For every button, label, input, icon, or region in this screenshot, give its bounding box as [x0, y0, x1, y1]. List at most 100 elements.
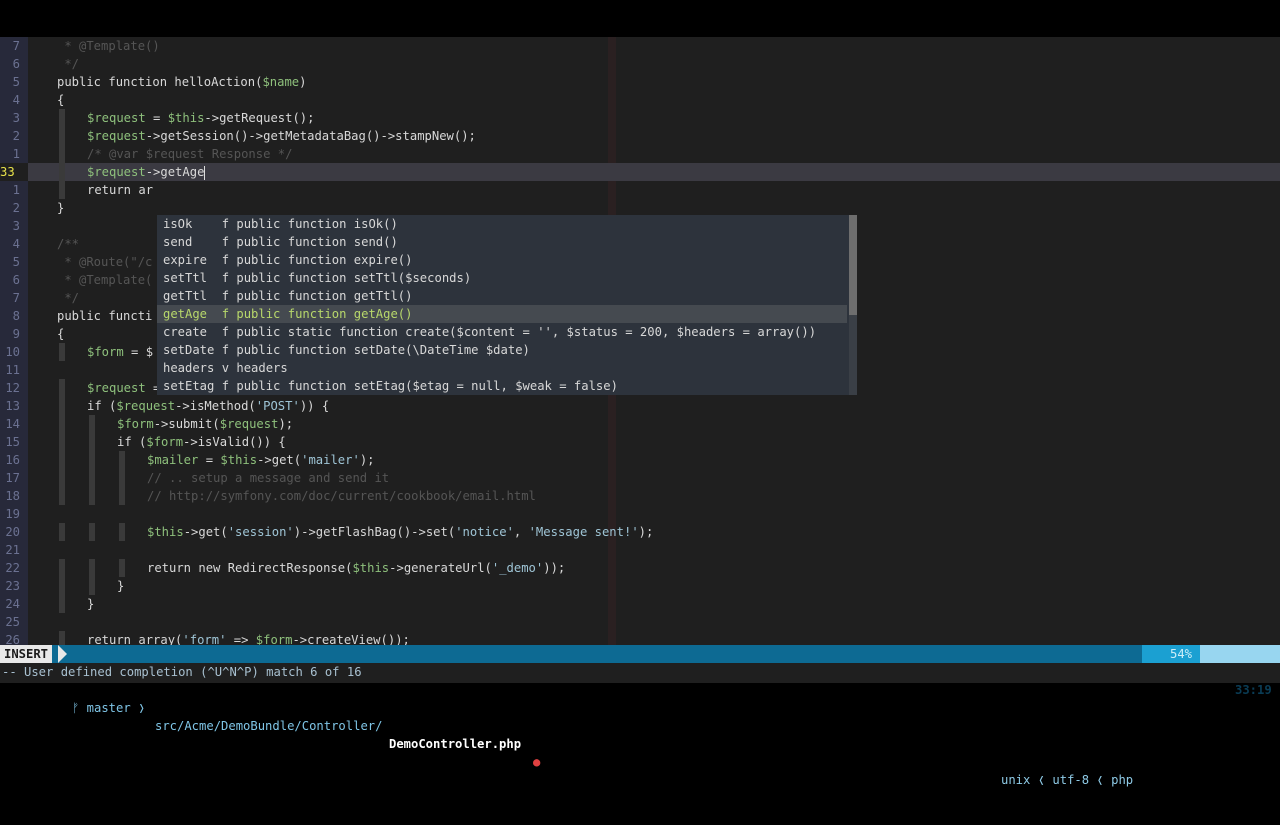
code-text: public function helloAction($name) — [57, 75, 307, 89]
completion-item[interactable]: isOk f public function isOk() — [157, 215, 847, 233]
code-text: $request->getSession()->getMetadataBag()… — [87, 129, 476, 143]
line-number: 16 — [0, 451, 28, 469]
code-line[interactable]: 19 — [0, 505, 1280, 523]
statusline: INSERT ᚠ master ❭ src/Acme/DemoBundle/Co… — [0, 645, 1280, 787]
line-number: 12 — [0, 379, 28, 397]
popup-scrollbar-thumb[interactable] — [849, 215, 857, 315]
current-line[interactable]: 33 $request->getAge — [0, 163, 1280, 181]
code-text: // http://symfony.com/doc/current/cookbo… — [147, 489, 536, 503]
code-line[interactable]: 22 return new RedirectResponse($this->gen… — [0, 559, 1280, 577]
code-line[interactable]: 16 $mailer = $this->get('mailer'); — [0, 451, 1280, 469]
code-line[interactable]: 24} — [0, 595, 1280, 613]
line-number: 1 — [0, 145, 28, 163]
indent-guide — [59, 397, 65, 415]
line-number: 22 — [0, 559, 28, 577]
code-line[interactable]: 1 /* @var $request Response */ — [0, 145, 1280, 163]
line-number: 24 — [0, 595, 28, 613]
completion-popup[interactable]: isOk f public function isOk() send f publ… — [157, 215, 857, 395]
line-number: 19 — [0, 505, 28, 523]
indent-guide — [89, 487, 95, 505]
code-line[interactable]: 14 $form->submit($request); — [0, 415, 1280, 433]
line-number: 7 — [0, 289, 28, 307]
indent-guide — [89, 523, 95, 541]
completion-item[interactable]: setDate f public function setDate(\DateT… — [157, 341, 847, 359]
line-number: 5 — [0, 73, 28, 91]
code-text: return new RedirectResponse($this->gener… — [147, 561, 566, 575]
indent-guide — [119, 559, 125, 577]
code-line[interactable]: 3 $request = $this->getRequest(); — [0, 109, 1280, 127]
line-number: 4 — [0, 91, 28, 109]
code-line[interactable]: 1 return ar — [0, 181, 1280, 199]
line-number: 2 — [0, 127, 28, 145]
code-line[interactable]: 18 // http://symfony.com/doc/current/cook… — [0, 487, 1280, 505]
modified-icon: ● — [533, 755, 541, 769]
code-text: /* @var $request Response */ — [87, 147, 293, 161]
separator-icon: ❬ — [1037, 773, 1046, 787]
indent-guide — [59, 451, 65, 469]
command-line[interactable]: -- User defined completion (^U^N^P) matc… — [0, 663, 1280, 683]
line-number: 10 — [0, 343, 28, 361]
completion-item[interactable]: send f public function send() — [157, 233, 847, 251]
code-text: /** — [57, 237, 80, 251]
code-line[interactable]: 17 // .. setup a message and send it — [0, 469, 1280, 487]
indent-guide — [59, 109, 65, 127]
indent-guide — [59, 181, 65, 199]
code-line[interactable]: 13 if ($request->isMethod('POST')) { — [0, 397, 1280, 415]
completion-item-selected[interactable]: getAge f public function getAge() — [157, 305, 847, 323]
code-line[interactable]: 23} — [0, 577, 1280, 595]
git-branch: ᚠ master ❭ — [72, 701, 146, 715]
code-text: } — [57, 201, 65, 215]
indent-guide — [119, 451, 125, 469]
indent-guide — [59, 487, 65, 505]
code-line[interactable]: 6 */ — [0, 55, 1280, 73]
line-number: 18 — [0, 487, 28, 505]
indent-guide — [59, 523, 65, 541]
line-number: 15 — [0, 433, 28, 451]
line-number: 3 — [0, 217, 28, 235]
code-text: * @Route("/c — [57, 255, 153, 269]
indent-guide — [59, 379, 65, 397]
completion-item[interactable]: expire f public function expire() — [157, 251, 847, 269]
completion-item[interactable]: headers v headers — [157, 359, 847, 377]
cursor-position: LN 33:19 — [1200, 645, 1280, 697]
line-number: 11 — [0, 361, 28, 379]
code-text: $request->getAge — [87, 165, 206, 180]
line-number: 8 — [0, 307, 28, 325]
indent-guide — [59, 595, 65, 613]
code-line[interactable]: 21 — [0, 541, 1280, 559]
indent-guide — [89, 577, 95, 595]
mode-separator — [58, 645, 67, 663]
line-number: 7 — [0, 37, 28, 55]
code-text: $form = $ — [87, 345, 154, 359]
git-branch-icon: ᚠ — [72, 701, 80, 715]
line-number: 21 — [0, 541, 28, 559]
code-text: */ — [57, 57, 80, 71]
line-number: 5 — [0, 253, 28, 271]
code-line[interactable]: 2 $request->getSession()->getMetadataBag(… — [0, 127, 1280, 145]
branch-name: master — [86, 701, 131, 715]
code-line[interactable]: 5 public function helloAction($name) — [0, 73, 1280, 91]
completion-item[interactable]: getTtl f public function getTtl() — [157, 287, 847, 305]
code-line[interactable]: 15 if ($form->isValid()) { — [0, 433, 1280, 451]
line-number: 2 — [0, 199, 28, 217]
code-line[interactable]: 7 * @Template() — [0, 37, 1280, 55]
code-line[interactable]: 20 $this->get('session')->getFlashBag()->… — [0, 523, 1280, 541]
position-value: 33:19 — [1235, 683, 1272, 697]
completion-item[interactable]: setTtl f public function setTtl($seconds… — [157, 269, 847, 287]
code-line[interactable]: 25 — [0, 613, 1280, 631]
editor-pane[interactable]: 7 * @Template() 6 */5 public function hell… — [0, 37, 1280, 649]
indent-guide — [119, 469, 125, 487]
indent-guide — [59, 577, 65, 595]
code-text: if ($request->isMethod('POST')) { — [87, 399, 330, 413]
mode-indicator: INSERT — [0, 645, 53, 663]
line-number: 6 — [0, 55, 28, 73]
line-number: 4 — [0, 235, 28, 253]
code-line[interactable]: 4{ — [0, 91, 1280, 109]
code-text: { — [57, 93, 65, 107]
file-name: DemoController.php — [389, 737, 522, 751]
completion-item[interactable]: create f public static function create($… — [157, 323, 847, 341]
line-number: 14 — [0, 415, 28, 433]
completion-item[interactable]: setEtag f public function setEtag($etag … — [157, 377, 847, 395]
indent-guide — [59, 415, 65, 433]
fileformat: unix — [1001, 773, 1031, 787]
